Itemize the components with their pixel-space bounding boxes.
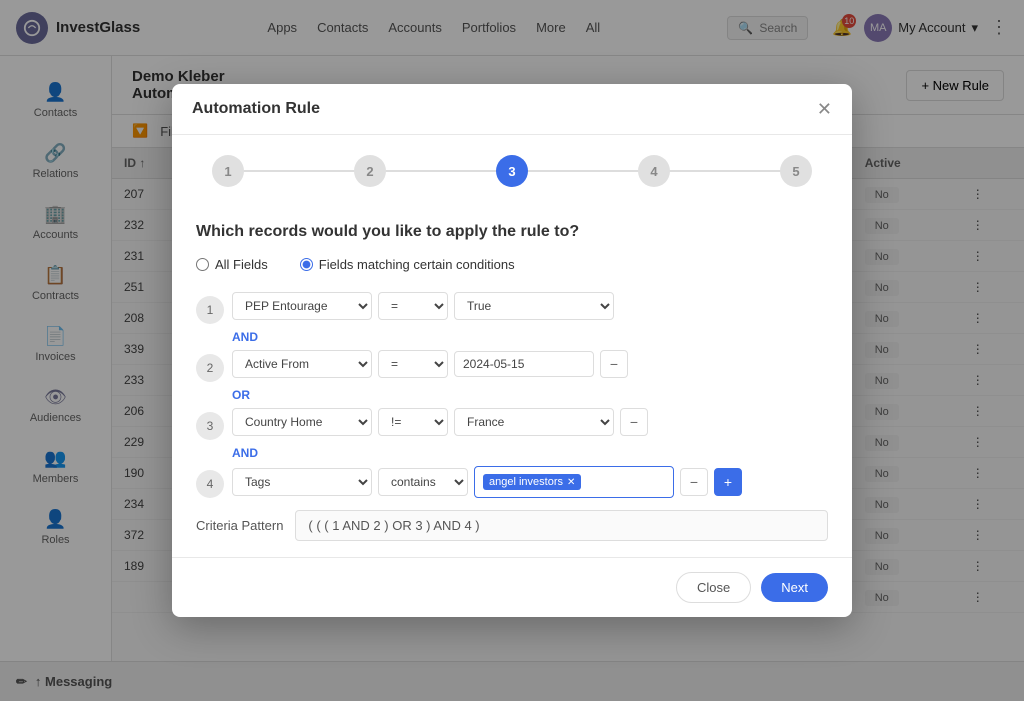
condition-4-field-select[interactable]: Tags	[232, 468, 372, 496]
modal-title: Automation Rule	[192, 100, 320, 118]
step-3[interactable]: 3	[496, 155, 528, 187]
tag-chip-angel-investors: angel investors ✕	[483, 474, 581, 490]
condition-number-3: 3	[196, 412, 224, 440]
condition-2-remove-button[interactable]: −	[600, 350, 628, 378]
next-button[interactable]: Next	[761, 573, 828, 602]
matching-conditions-option[interactable]: Fields matching certain conditions	[300, 257, 515, 272]
condition-2-value-input[interactable]	[454, 351, 594, 377]
condition-3-remove-button[interactable]: −	[620, 408, 648, 436]
criteria-label: Criteria Pattern	[196, 518, 283, 533]
logic-or-1: OR	[232, 388, 828, 402]
automation-rule-modal: Automation Rule ✕ 1 2 3 4 5 Which record…	[172, 84, 852, 617]
condition-3-value-select[interactable]: France	[454, 408, 614, 436]
question-text: Which records would you like to apply th…	[196, 223, 828, 241]
condition-4-add-button[interactable]: +	[714, 468, 742, 496]
modal-header: Automation Rule ✕	[172, 84, 852, 135]
modal-footer: Close Next	[172, 557, 852, 617]
condition-4-tag-input[interactable]: angel investors ✕	[474, 466, 674, 498]
condition-row-1: 1 PEP Entourage = True	[196, 292, 828, 324]
close-button[interactable]: Close	[676, 572, 751, 603]
modal-close-button[interactable]: ✕	[817, 100, 832, 118]
modal-body: Which records would you like to apply th…	[172, 207, 852, 557]
condition-3-field-select[interactable]: Country Home	[232, 408, 372, 436]
condition-2-operator-select[interactable]: =	[378, 350, 448, 378]
condition-3-operator-select[interactable]: !=	[378, 408, 448, 436]
condition-number-4: 4	[196, 470, 224, 498]
step-1[interactable]: 1	[212, 155, 244, 187]
condition-number-1: 1	[196, 296, 224, 324]
condition-2-field-select[interactable]: Active From	[232, 350, 372, 378]
condition-2-fields: Active From = −	[232, 350, 828, 378]
all-fields-option[interactable]: All Fields	[196, 257, 268, 272]
condition-1-operator-select[interactable]: =	[378, 292, 448, 320]
condition-row-3: 3 Country Home != France −	[196, 408, 828, 440]
condition-row-4: 4 Tags contains angel investors ✕ −	[196, 466, 828, 498]
condition-1-field-select[interactable]: PEP Entourage	[232, 292, 372, 320]
filter-type-radio-group: All Fields Fields matching certain condi…	[196, 257, 828, 272]
step-5[interactable]: 5	[780, 155, 812, 187]
condition-number-2: 2	[196, 354, 224, 382]
steps-container: 1 2 3 4 5	[172, 135, 852, 207]
tag-label: angel investors	[489, 476, 563, 488]
criteria-pattern-input[interactable]	[295, 510, 828, 541]
criteria-section: Criteria Pattern	[196, 510, 828, 541]
condition-4-operator-select[interactable]: contains	[378, 468, 468, 496]
all-fields-radio[interactable]	[196, 258, 209, 271]
condition-row-2: 2 Active From = −	[196, 350, 828, 382]
condition-1-value-select[interactable]: True	[454, 292, 614, 320]
logic-and-2: AND	[232, 446, 828, 460]
logic-and-1: AND	[232, 330, 828, 344]
step-2[interactable]: 2	[354, 155, 386, 187]
remove-tag-icon[interactable]: ✕	[567, 477, 575, 488]
condition-1-fields: PEP Entourage = True	[232, 292, 828, 320]
matching-conditions-radio[interactable]	[300, 258, 313, 271]
condition-4-fields: Tags contains angel investors ✕ − +	[232, 466, 828, 498]
step-4[interactable]: 4	[638, 155, 670, 187]
modal-overlay: Automation Rule ✕ 1 2 3 4 5 Which record…	[0, 0, 1024, 701]
condition-3-fields: Country Home != France −	[232, 408, 828, 436]
condition-4-remove-button[interactable]: −	[680, 468, 708, 496]
